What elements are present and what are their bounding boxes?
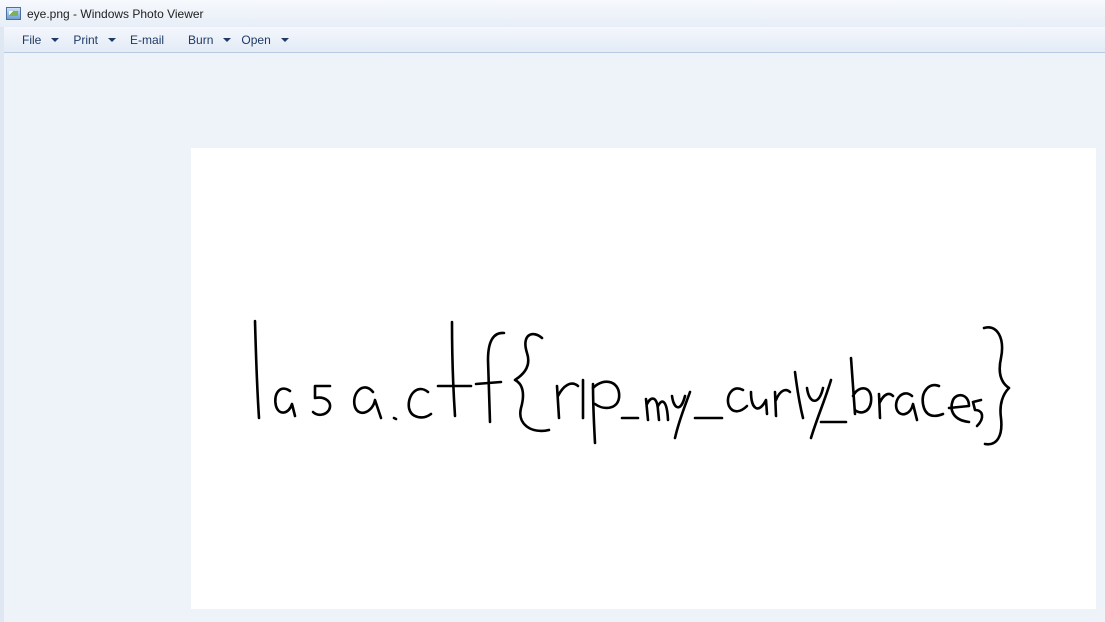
handwritten-text-drawing xyxy=(253,319,1011,446)
open-menu-label: Open xyxy=(241,32,271,47)
handwriting-strokes xyxy=(253,319,1011,446)
photo-viewer-app-icon[interactable] xyxy=(6,7,21,20)
chevron-down-icon xyxy=(108,38,117,42)
file-menu-label: File xyxy=(22,32,42,47)
email-button[interactable]: E-mail xyxy=(125,30,169,50)
print-menu-button[interactable]: Print xyxy=(68,30,121,50)
chevron-down-icon xyxy=(223,38,232,42)
file-menu-button[interactable]: File xyxy=(17,30,64,50)
burn-menu-button[interactable]: Burn xyxy=(183,30,236,50)
window-title: eye.png - Windows Photo Viewer xyxy=(27,6,204,21)
chevron-down-icon xyxy=(280,38,289,42)
print-menu-label: Print xyxy=(73,32,99,47)
command-bar: File Print E-mail Burn Open xyxy=(4,27,1105,53)
open-menu-button[interactable]: Open xyxy=(236,30,293,50)
burn-menu-label: Burn xyxy=(188,32,214,47)
displayed-photo[interactable] xyxy=(191,148,1096,609)
image-viewer-area[interactable] xyxy=(4,53,1105,622)
email-label: E-mail xyxy=(130,32,165,47)
photo-viewer-window: eye.png - Windows Photo Viewer File Prin… xyxy=(0,0,1105,622)
title-bar[interactable]: eye.png - Windows Photo Viewer xyxy=(0,0,1105,27)
chevron-down-icon xyxy=(51,38,60,42)
